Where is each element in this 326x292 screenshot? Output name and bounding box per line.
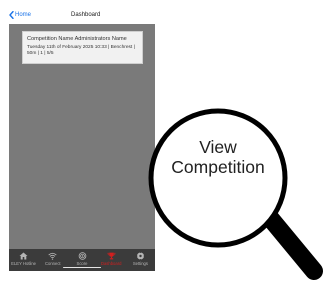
tab-label: Score <box>76 261 88 266</box>
wifi-icon <box>48 252 57 260</box>
back-button-label: Home <box>15 12 32 18</box>
tab-label: ELEY Hotline <box>11 261 37 266</box>
top-navigation-bar: Home Dashboard <box>9 10 155 24</box>
app-screen: Competition Name Administrators Name Tue… <box>9 24 155 271</box>
callout-line-2: Competition <box>171 157 265 177</box>
home-icon <box>19 252 28 260</box>
tab-bar: ELEY Hotline Connect Score Dashboard Set… <box>9 249 155 271</box>
callout-text: View Competition <box>146 137 290 177</box>
competition-card[interactable]: Competition Name Administrators Name Tue… <box>22 31 143 64</box>
home-indicator <box>63 266 101 268</box>
tab-eley-hotline[interactable]: ELEY Hotline <box>9 249 38 271</box>
target-icon <box>78 252 86 260</box>
competition-title: Competition Name Administrators Name <box>27 36 127 42</box>
tab-label: Connect <box>45 261 61 266</box>
tab-label: Dashboard <box>100 261 122 266</box>
tab-label: Settings <box>132 261 148 266</box>
back-button[interactable]: Home <box>9 11 31 19</box>
callout-line-1: View <box>199 137 237 157</box>
tab-dashboard[interactable]: Dashboard <box>97 249 126 271</box>
chevron-left-icon <box>9 11 14 19</box>
page-title: Dashboard <box>71 12 101 18</box>
tab-settings[interactable]: Settings <box>126 249 155 271</box>
competition-details: Tuesday 11th of February 2025 10:33 | Be… <box>27 45 135 56</box>
trophy-icon <box>107 252 116 260</box>
gear-icon <box>136 252 145 260</box>
